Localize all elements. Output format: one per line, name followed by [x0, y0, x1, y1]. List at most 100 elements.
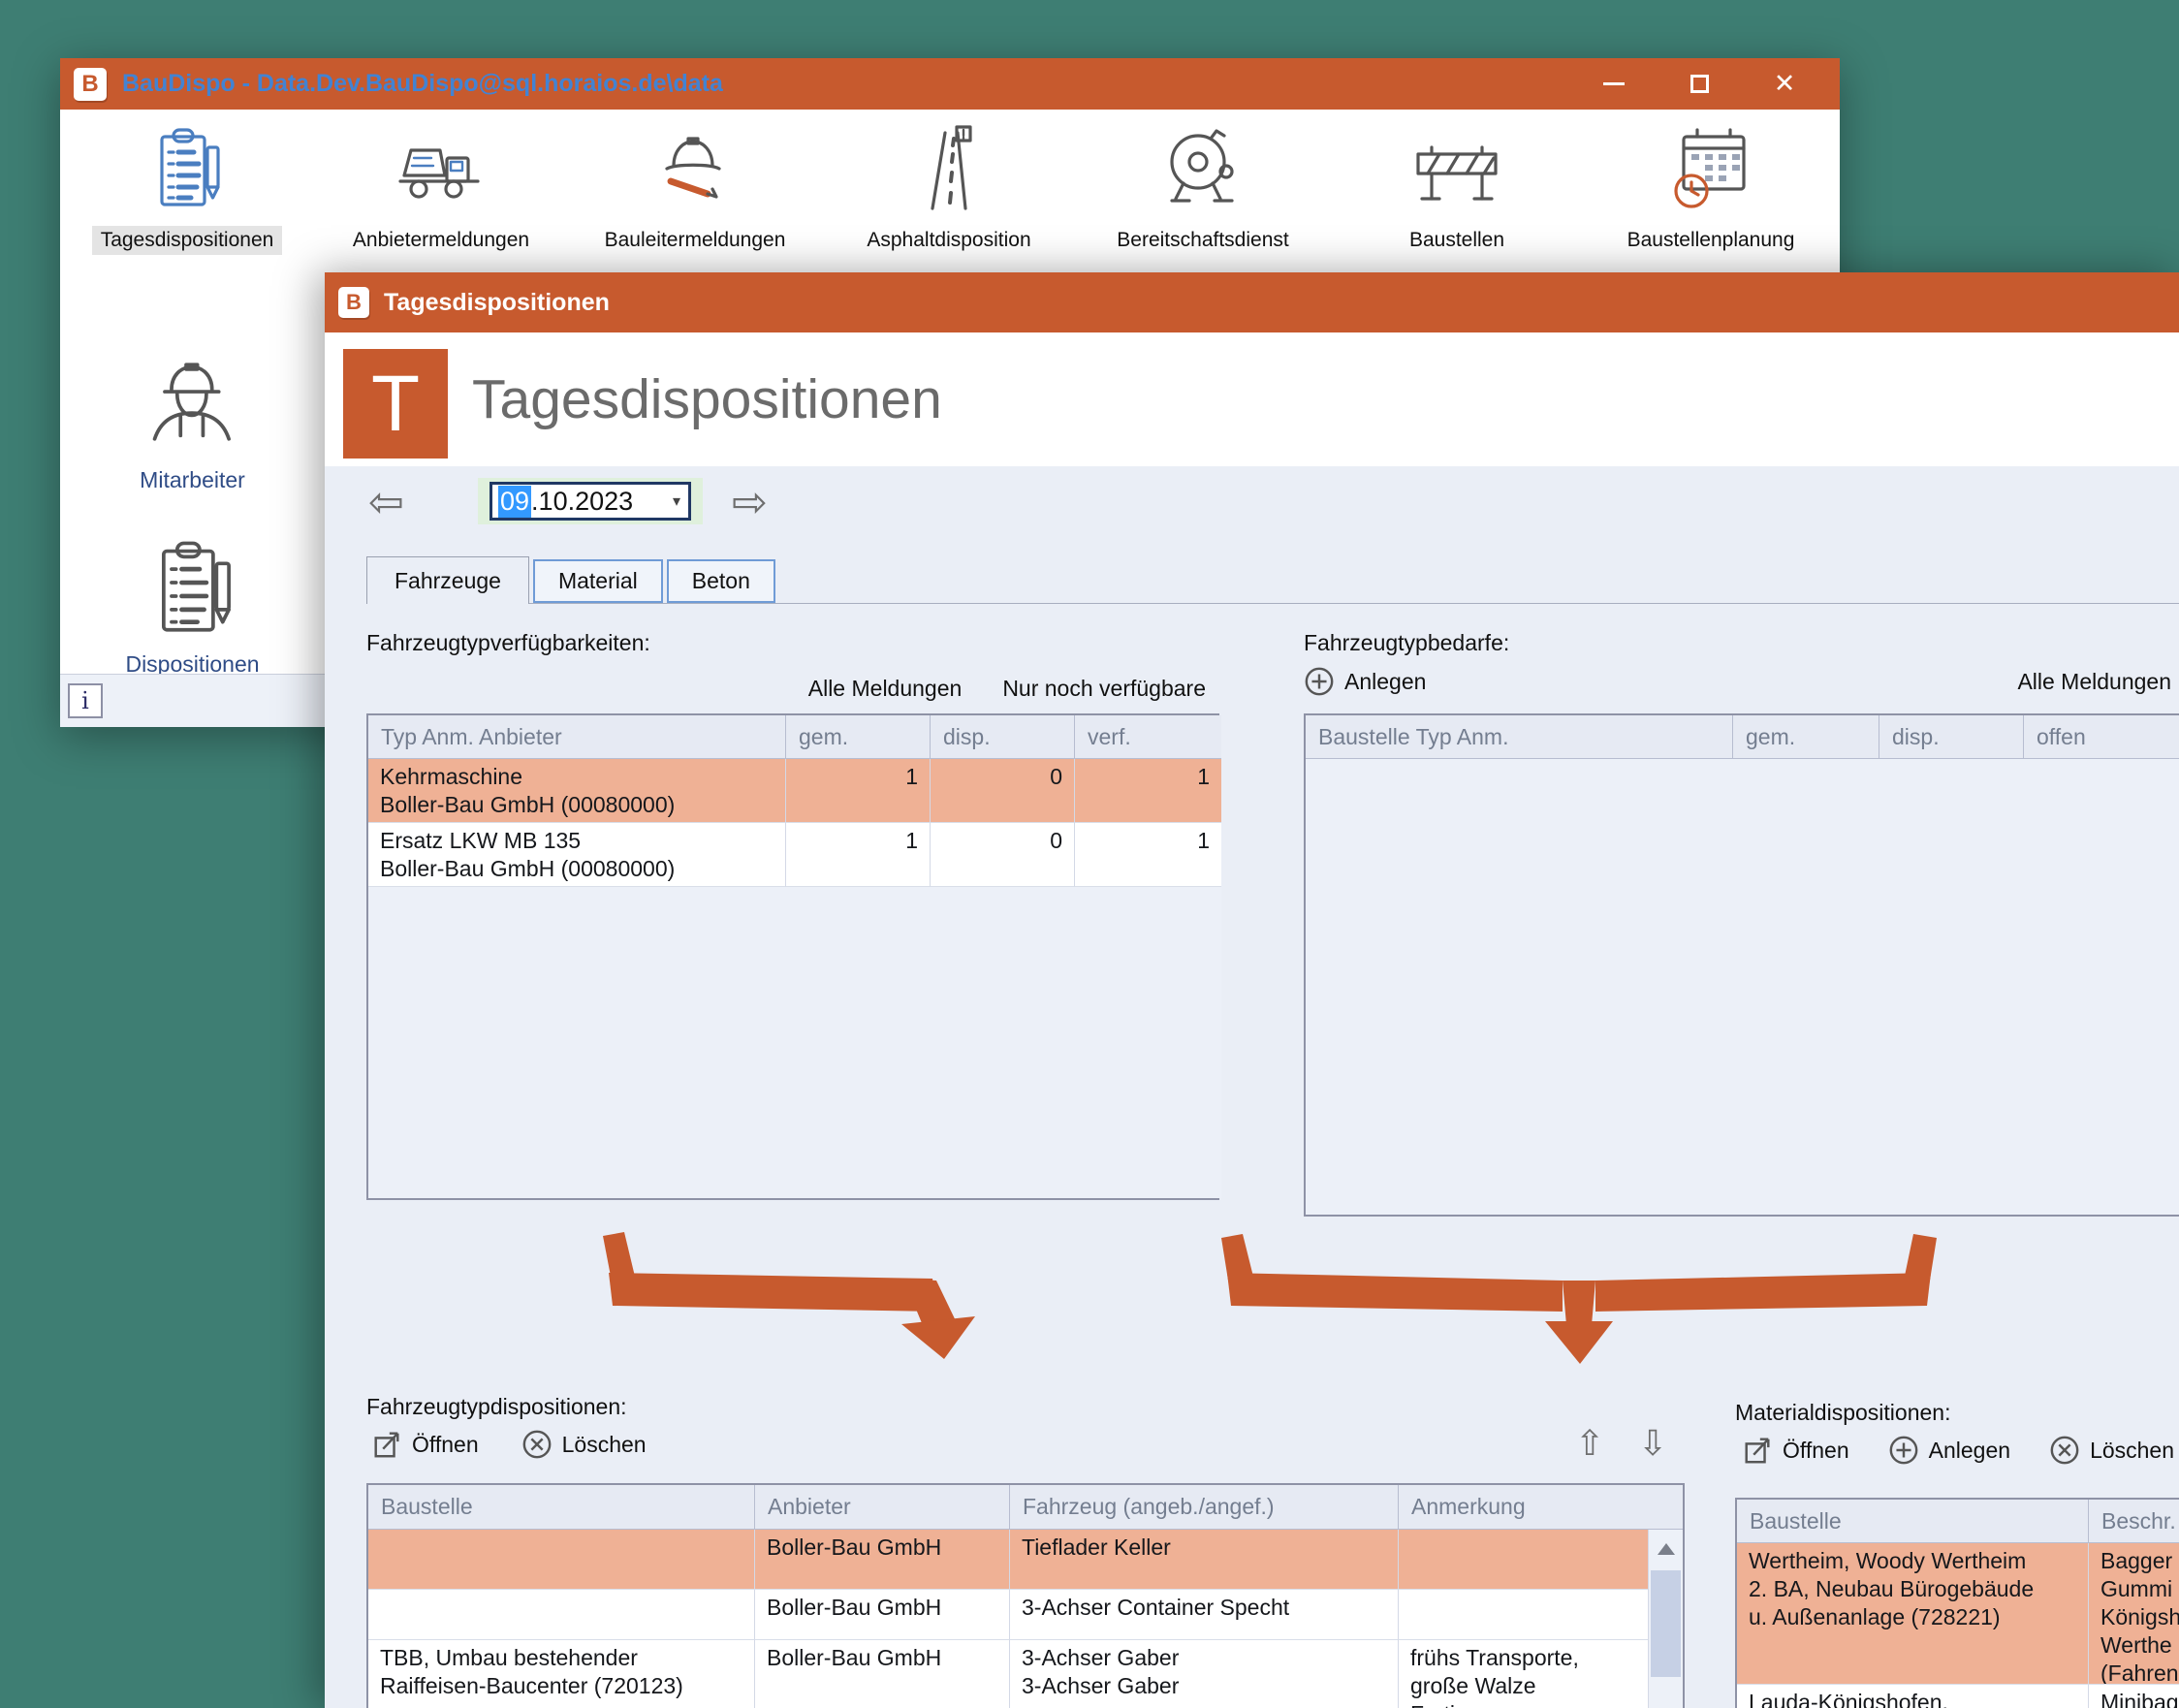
column-header[interactable]: gem. — [786, 715, 931, 759]
column-header[interactable]: disp. — [931, 715, 1075, 759]
column-header[interactable]: Baustelle — [1737, 1500, 2089, 1543]
circle-plus-icon — [1304, 666, 1335, 697]
table-row-cell[interactable] — [1399, 1590, 1648, 1640]
next-day-button[interactable]: ⇨ — [732, 482, 768, 524]
column-header[interactable]: Typ Anm. Anbieter — [368, 715, 786, 759]
triangle-up-icon — [1658, 1543, 1675, 1555]
filter-alle-meldungen[interactable]: Alle Meldungen — [808, 676, 963, 702]
demand-section-label: Fahrzeugtypbedarfe: — [1304, 630, 1509, 656]
window-controls: ✕ — [1599, 70, 1826, 99]
column-header[interactable]: Anmerkung — [1399, 1485, 1683, 1530]
material-dispositions-table: Baustelle Beschr. Wertheim, Woody Werthe… — [1735, 1498, 2179, 1708]
table-row-cell[interactable]: Tieflader Keller — [1010, 1530, 1399, 1590]
arrow-right-icon: ⇨ — [732, 478, 768, 527]
arrow-up-icon: ⇧ — [1575, 1424, 1604, 1464]
tab-strip: Fahrzeuge Material Beton — [366, 556, 2179, 604]
table-row-cell[interactable] — [368, 1530, 755, 1590]
dump-truck-icon — [393, 121, 489, 218]
move-up-button[interactable]: ⇧ — [1575, 1424, 1604, 1464]
arrow-down-icon: ⇩ — [1638, 1424, 1667, 1464]
road-icon — [900, 121, 997, 218]
maximize-button[interactable] — [1685, 70, 1714, 99]
table-row-cell[interactable]: Minibag Mitti — [2089, 1685, 2179, 1708]
hardhat-pencil-icon — [647, 121, 743, 218]
table-empty-area — [1306, 759, 2179, 1215]
scrollbar-thumb[interactable] — [1651, 1570, 1681, 1677]
table-row-cell[interactable]: 1 — [1075, 759, 1221, 823]
date-selected-segment: 09 — [498, 486, 531, 518]
tab-beton[interactable]: Beton — [667, 559, 775, 603]
table-row-cell[interactable]: Wertheim, Woody Wertheim 2. BA, Neubau B… — [1737, 1543, 2089, 1685]
sidebar-item-mitarbeiter[interactable]: Mitarbeiter — [60, 349, 325, 493]
table-row-cell[interactable] — [368, 1590, 755, 1640]
table-row-cell[interactable]: 0 — [931, 823, 1075, 887]
tab-material[interactable]: Material — [533, 559, 663, 603]
anlegen-button[interactable]: Anlegen — [1304, 666, 1426, 697]
date-input[interactable]: 09.10.2023 ▾ — [489, 482, 691, 521]
loeschen-button[interactable]: Löschen — [521, 1429, 647, 1460]
availability-filters: Alle Meldungen Nur noch verfügbare — [366, 676, 1219, 702]
toolbar-item-tagesdispositionen[interactable]: Tagesdispositionen — [60, 110, 314, 310]
table-row-cell[interactable]: 3-Achser Gaber 3-Achser Gaber — [1010, 1640, 1399, 1708]
main-sidebar: Mitarbeiter Dispositionen — [60, 310, 325, 674]
availability-section-label: Fahrzeugtypverfügbarkeiten: — [366, 630, 650, 656]
filter-alle-meldungen[interactable]: Alle Meldungen — [2017, 669, 2171, 695]
column-header[interactable]: Fahrzeug (angeb./angef.) — [1010, 1485, 1399, 1530]
table-row-cell[interactable]: Boller-Bau GmbH — [755, 1590, 1010, 1640]
vehicle-dispositions-label: Fahrzeugtypdispositionen: — [366, 1394, 627, 1420]
date-rest-segment: .10.2023 — [531, 487, 633, 517]
oeffnen-button[interactable]: Öffnen — [1742, 1435, 1849, 1466]
column-header[interactable]: Beschr. — [2089, 1500, 2179, 1543]
chevron-down-icon[interactable]: ▾ — [673, 491, 680, 511]
table-row-cell[interactable]: Ersatz LKW MB 135 Boller-Bau GmbH (00080… — [368, 823, 786, 887]
table-row-cell[interactable]: TBB, Umbau bestehender Raiffeisen-Baucen… — [368, 1640, 755, 1708]
table-row-cell[interactable]: 3-Achser Container Specht — [1010, 1590, 1399, 1640]
prev-day-button[interactable]: ⇦ — [368, 482, 404, 524]
vertical-scrollbar[interactable] — [1648, 1530, 1683, 1708]
vehicle-dispositions-buttons: Öffnen Löschen — [371, 1429, 647, 1460]
sidebar-item-dispositionen[interactable]: Dispositionen — [60, 533, 325, 678]
availability-table: Typ Anm. Anbieter gem. disp. verf. Kehrm… — [366, 713, 1219, 1200]
worker-icon — [137, 349, 249, 461]
tab-fahrzeuge[interactable]: Fahrzeuge — [366, 556, 529, 604]
table-row-cell[interactable]: 1 — [1075, 823, 1221, 887]
column-header[interactable]: disp. — [1879, 715, 2024, 759]
desktop: B BauDispo - Data.Dev.BauDispo@sql.horai… — [0, 0, 2179, 1708]
main-titlebar[interactable]: B BauDispo - Data.Dev.BauDispo@sql.horai… — [60, 58, 1840, 110]
move-down-button[interactable]: ⇩ — [1638, 1424, 1667, 1464]
table-row-cell[interactable]: Kehrmaschine Boller-Bau GmbH (00080000) — [368, 759, 786, 823]
column-header[interactable]: offen — [2024, 715, 2179, 759]
anlegen-button[interactable]: Anlegen — [1888, 1435, 2010, 1466]
column-header[interactable]: Baustelle — [368, 1485, 755, 1530]
column-header[interactable]: verf. — [1075, 715, 1221, 759]
toolbar-label: Anbietermeldungen — [344, 226, 538, 255]
dialog-header: T Tagesdispositionen — [325, 332, 2179, 466]
column-header[interactable]: Anbieter — [755, 1485, 1010, 1530]
circle-x-icon — [521, 1429, 553, 1460]
demand-table: Baustelle Typ Anm. gem. disp. offen — [1304, 713, 2179, 1217]
table-row-cell[interactable]: Boller-Bau GmbH — [755, 1640, 1010, 1708]
dialog-titlebar[interactable]: B Tagesdispositionen — [325, 272, 2179, 332]
table-row-cell[interactable]: Boller-Bau GmbH — [755, 1530, 1010, 1590]
table-row-cell[interactable]: 1 — [786, 823, 931, 887]
table-row-cell[interactable] — [1399, 1530, 1648, 1590]
oeffnen-button[interactable]: Öffnen — [371, 1429, 479, 1460]
scroll-up-button[interactable] — [1649, 1530, 1683, 1568]
info-button[interactable]: i — [68, 683, 103, 718]
app-logo-icon: B — [74, 68, 107, 101]
minimize-button[interactable] — [1599, 70, 1628, 99]
table-row-cell[interactable]: 0 — [931, 759, 1075, 823]
filter-nur-noch-verfuegbare[interactable]: Nur noch verfügbare — [1002, 676, 1206, 702]
column-header[interactable]: gem. — [1733, 715, 1879, 759]
close-button[interactable]: ✕ — [1770, 70, 1799, 99]
circle-plus-icon — [1888, 1435, 1919, 1466]
table-row-cell[interactable]: Lauda-Königshofen, Lauda-Königshofen ( — [1737, 1685, 2089, 1708]
table-row-cell[interactable]: 1 — [786, 759, 931, 823]
table-row-cell[interactable]: frühs Transporte, große Walze Fertiger, … — [1399, 1640, 1648, 1708]
loeschen-button[interactable]: Löschen — [2049, 1435, 2174, 1466]
dialog-title: Tagesdispositionen — [384, 289, 610, 317]
material-dispositions-buttons: Öffnen Anlegen Löschen — [1742, 1435, 2174, 1466]
table-row-cell[interactable]: Bagger Gummi Königsh Werthe (Fahren — [2089, 1543, 2179, 1685]
calendar-clock-icon — [1662, 121, 1759, 218]
column-header[interactable]: Baustelle Typ Anm. — [1306, 715, 1733, 759]
